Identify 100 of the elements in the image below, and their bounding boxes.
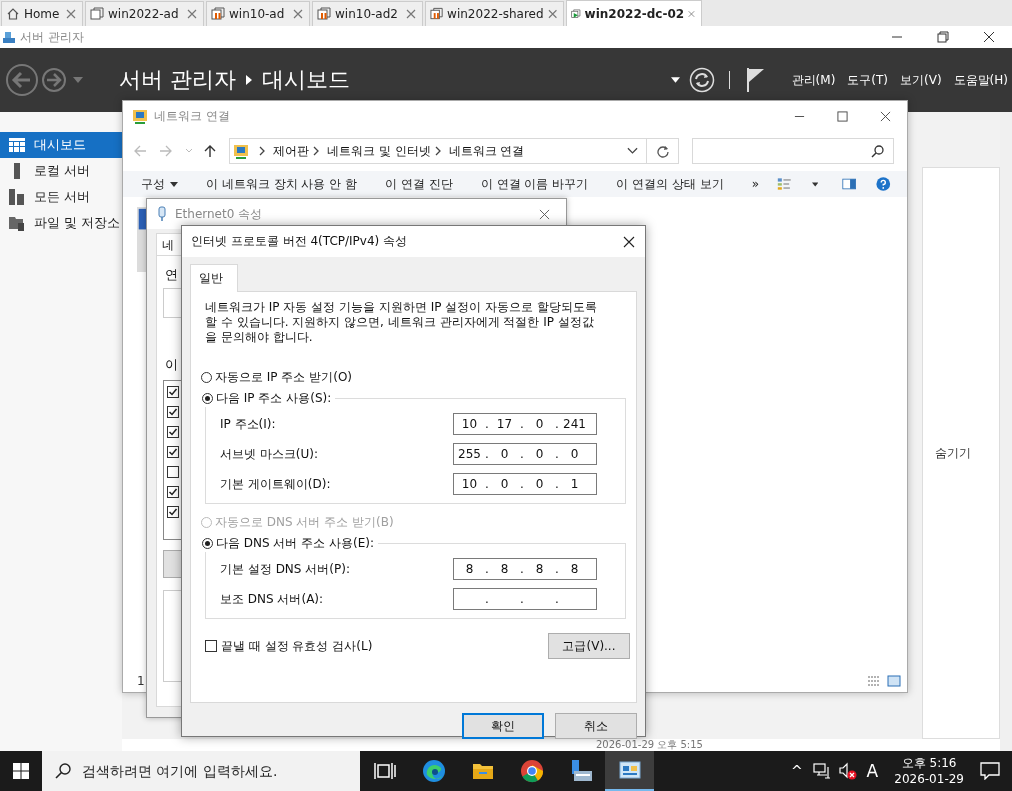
checkbox[interactable] bbox=[167, 486, 179, 498]
address-bar[interactable]: 제어판 네트워크 및 인터넷 네트워크 연결 bbox=[229, 138, 647, 164]
status-text: 1 bbox=[137, 674, 145, 688]
close-icon[interactable] bbox=[539, 208, 550, 220]
running-window-icon bbox=[571, 6, 581, 21]
chevron-down-icon[interactable] bbox=[627, 147, 638, 155]
browser-tab[interactable]: win10-ad2 bbox=[312, 1, 423, 26]
taskbar-button[interactable] bbox=[605, 751, 654, 791]
advanced-button[interactable]: 고급(V)... bbox=[548, 633, 630, 659]
browser-tab[interactable]: win10-ad bbox=[206, 1, 310, 26]
search-icon bbox=[55, 763, 71, 779]
field-label: 기본 설정 DNS 서버(P): bbox=[220, 560, 351, 578]
chevron-icon bbox=[434, 146, 441, 156]
sidebar-item[interactable]: 로컬 서버 bbox=[0, 158, 122, 184]
sidebar-item[interactable]: 모든 서버 bbox=[0, 184, 122, 210]
paused-window-icon bbox=[317, 7, 331, 21]
tiles-view-icon[interactable] bbox=[887, 675, 901, 687]
restore-icon[interactable] bbox=[937, 31, 949, 43]
browser-tab[interactable]: win2022-dc-02 bbox=[566, 0, 702, 26]
dialog-button[interactable]: 취소 bbox=[555, 713, 637, 739]
back-icon[interactable] bbox=[5, 63, 39, 97]
checkbox[interactable] bbox=[167, 426, 179, 438]
search-field[interactable]: 검색하려면 여기에 입력하세요. bbox=[42, 751, 360, 791]
scrollbar[interactable] bbox=[1000, 112, 1012, 751]
caret-icon[interactable] bbox=[811, 181, 818, 187]
close-icon[interactable] bbox=[623, 235, 635, 248]
menu-item[interactable]: 도구(T) bbox=[847, 71, 889, 89]
flag-icon[interactable] bbox=[745, 68, 766, 92]
refresh-button[interactable] bbox=[647, 138, 679, 164]
ip-address-field[interactable]: 10 . 17 . 0 . 241 bbox=[453, 413, 597, 435]
command-button[interactable]: 이 네트워크 장치 사용 안 함 bbox=[206, 175, 358, 193]
command-button[interactable]: 이 연결 이름 바꾸기 bbox=[480, 175, 589, 193]
checkbox[interactable] bbox=[167, 446, 179, 458]
path-segment[interactable]: 제어판 bbox=[273, 142, 309, 160]
checkbox[interactable]: 끝낼 때 설정 유효성 검사(L) bbox=[205, 637, 373, 655]
label: 이 bbox=[165, 356, 178, 374]
menu-item[interactable]: 관리(M) bbox=[791, 71, 836, 89]
path-segment[interactable]: 네트워크 및 인터넷 bbox=[327, 142, 431, 160]
command-button[interactable]: 이 연결의 상태 보기 bbox=[616, 175, 724, 193]
radio-button[interactable]: 다음 DNS 서버 주소 사용(E): bbox=[202, 535, 375, 552]
browser-tab[interactable]: win2022-ad bbox=[85, 1, 204, 26]
network-adapter-icon bbox=[157, 206, 167, 222]
organize-menu[interactable]: 구성 bbox=[141, 175, 178, 193]
ip-address-field[interactable]: . . . bbox=[453, 588, 597, 610]
hide-link[interactable]: 숨기기 bbox=[935, 444, 971, 462]
radio-button[interactable]: 다음 IP 주소 사용(S): bbox=[202, 390, 332, 407]
chevron-icon bbox=[246, 75, 252, 85]
paused-window-icon bbox=[430, 7, 444, 21]
window-title: 서버 관리자 bbox=[20, 28, 84, 46]
caret-icon[interactable] bbox=[670, 77, 680, 83]
sidebar-item[interactable]: 파일 및 저장소 bbox=[0, 210, 122, 236]
more-commands-button[interactable]: » bbox=[751, 177, 759, 191]
close-icon[interactable] bbox=[880, 110, 891, 122]
checkbox[interactable] bbox=[167, 406, 179, 418]
ip-address-field[interactable]: 10 . 0 . 0 . 1 bbox=[453, 473, 597, 495]
menu-item[interactable]: 도움말(H) bbox=[953, 71, 1008, 89]
maximize-icon[interactable] bbox=[837, 110, 848, 122]
caret-icon bbox=[170, 181, 178, 187]
refresh-icon[interactable] bbox=[688, 67, 715, 93]
checkbox[interactable] bbox=[167, 466, 179, 478]
input-indicator[interactable]: A bbox=[866, 761, 879, 781]
forward-icon[interactable] bbox=[41, 67, 67, 93]
menu-item[interactable]: 보기(V) bbox=[900, 71, 942, 89]
network-folder-icon bbox=[132, 108, 148, 124]
tab[interactable]: 일반 bbox=[190, 264, 238, 292]
search-icon bbox=[871, 144, 885, 158]
browser-tab[interactable]: win2022-shared bbox=[425, 1, 564, 26]
grid-icon bbox=[9, 137, 25, 153]
home-icon bbox=[6, 7, 20, 21]
show-hidden-icons-button[interactable]: ^ bbox=[790, 763, 803, 779]
field-label: 서브넷 마스크(U): bbox=[220, 445, 319, 463]
preview-pane-icon[interactable] bbox=[841, 176, 857, 192]
field-label: 보조 DNS 서버(A): bbox=[220, 590, 325, 608]
view-options-icon[interactable] bbox=[776, 176, 792, 192]
close-icon[interactable] bbox=[983, 31, 995, 43]
sidebar-item[interactable]: 대시보드 bbox=[0, 132, 122, 158]
help-icon[interactable] bbox=[876, 176, 891, 192]
clock[interactable]: 오후 5:16 2026-01-29 bbox=[894, 755, 964, 787]
ip-address-field[interactable]: 255 . 0 . 0 . 0 bbox=[453, 443, 597, 465]
browser-tab[interactable]: Home bbox=[1, 1, 83, 26]
network-window-icon bbox=[617, 758, 642, 782]
checkbox[interactable] bbox=[167, 386, 179, 398]
search-field[interactable] bbox=[692, 138, 894, 164]
speaker-muted-icon[interactable] bbox=[838, 762, 857, 780]
network-icon[interactable] bbox=[812, 762, 831, 780]
command-button[interactable]: 이 연결 진단 bbox=[385, 175, 453, 193]
chevron-icon bbox=[313, 146, 319, 156]
server-manager-icon bbox=[2, 30, 16, 44]
notification-icon[interactable] bbox=[980, 762, 1000, 780]
start-icon[interactable] bbox=[13, 763, 29, 779]
ip-address-field[interactable]: 8 . 8 . 8 . 8 bbox=[453, 558, 597, 580]
label: 연 bbox=[165, 266, 178, 284]
window-icon bbox=[90, 7, 104, 21]
path-segment[interactable]: 네트워크 연결 bbox=[448, 142, 525, 160]
window-title: Ethernet0 속성 bbox=[175, 205, 263, 223]
dialog-button[interactable]: 확인 bbox=[462, 713, 544, 739]
timestamp: 2026-01-29 오후 5:15 bbox=[596, 739, 703, 750]
chevron-icon bbox=[259, 146, 265, 156]
checkbox[interactable] bbox=[167, 506, 179, 518]
up-icon[interactable] bbox=[203, 144, 217, 158]
